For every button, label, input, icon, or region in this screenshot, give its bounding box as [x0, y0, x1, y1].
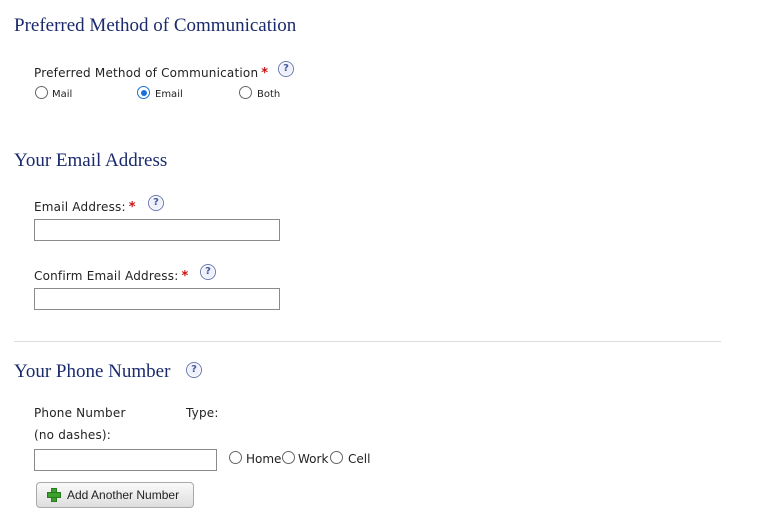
radio-both-label: Both [257, 89, 281, 100]
phone-number-sublabel: (no dashes): [34, 428, 112, 442]
radio-both[interactable] [239, 86, 252, 99]
help-circle-icon[interactable]: ? [148, 195, 164, 211]
required-asterisk: * [128, 200, 136, 215]
radio-home-label: Home [246, 452, 282, 466]
confirm-email-label: Confirm Email Address: * [34, 269, 188, 284]
radio-cell[interactable] [330, 451, 343, 464]
email-label-text: Email Address: [34, 200, 126, 214]
comm-section-heading: Preferred Method of Communication [14, 15, 297, 36]
email-label: Email Address: * [34, 200, 136, 215]
required-asterisk: * [261, 66, 269, 81]
required-asterisk: * [181, 269, 189, 284]
radio-email-label: Email [155, 89, 183, 100]
phone-number-label: Phone Number [34, 406, 126, 420]
radio-mail-label: Mail [52, 89, 73, 100]
comm-method-label-text: Preferred Method of Communication [34, 66, 259, 80]
comm-method-label: Preferred Method of Communication * [34, 66, 268, 81]
email-section-heading: Your Email Address [14, 150, 168, 171]
help-circle-icon[interactable]: ? [200, 264, 216, 280]
add-another-number-button[interactable]: Add Another Number [36, 482, 194, 508]
phone-section-heading: Your Phone Number [14, 361, 171, 382]
confirm-email-label-text: Confirm Email Address: [34, 269, 179, 283]
help-circle-icon[interactable]: ? [186, 362, 202, 378]
phone-type-label: Type: [186, 406, 219, 420]
radio-work[interactable] [282, 451, 295, 464]
email-input[interactable] [34, 219, 280, 241]
add-another-number-label: Add Another Number [67, 488, 180, 502]
radio-mail[interactable] [35, 86, 48, 99]
plus-icon [47, 488, 61, 502]
help-circle-icon[interactable]: ? [278, 61, 294, 77]
confirm-email-input[interactable] [34, 288, 280, 310]
radio-email[interactable] [137, 86, 150, 99]
phone-number-input[interactable] [34, 449, 217, 471]
radio-home[interactable] [229, 451, 242, 464]
section-divider [14, 341, 721, 342]
radio-work-label: Work [298, 452, 329, 466]
radio-cell-label: Cell [348, 452, 371, 466]
